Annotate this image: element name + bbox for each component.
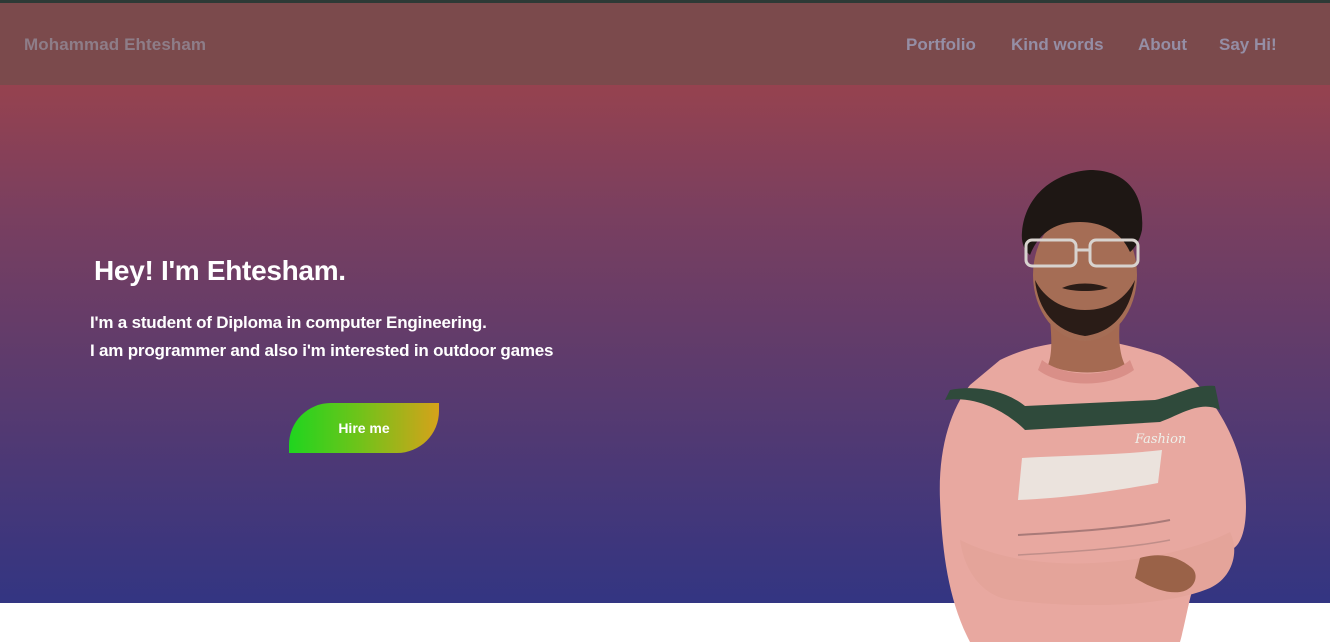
intro-line-interests: I am programmer and also i'm interested … [90,341,554,360]
nav-link-kind-words[interactable]: Kind words [1011,35,1104,55]
hero-headline: Hey! I'm Ehtesham. [94,255,346,286]
nav-link-about[interactable]: About [1138,35,1187,55]
navbar: Mohammad Ehtesham Portfolio Kind words A… [0,3,1330,85]
nav-links: Portfolio Kind words About Say Hi! [0,35,1330,59]
hire-me-button[interactable]: Hire me [289,403,439,453]
intro-line-study: I'm a student of Diploma in computer Eng… [90,313,487,332]
nav-link-say-hi[interactable]: Say Hi! [1219,35,1277,55]
profile-portrait: Fashion [939,170,1246,642]
nav-link-portfolio[interactable]: Portfolio [906,35,976,55]
shirt-logo-text: Fashion [1134,432,1186,447]
